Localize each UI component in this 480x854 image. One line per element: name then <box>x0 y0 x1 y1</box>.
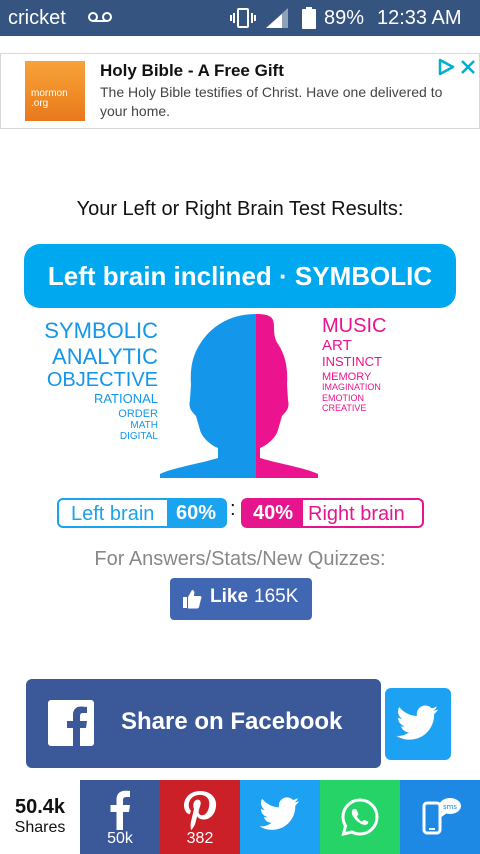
result-banner: Left brain inclined · SYMBOLIC <box>24 244 456 308</box>
ad-logo-text: mormon .org <box>31 88 68 109</box>
head-silhouette-icon <box>160 314 318 478</box>
share-bar-facebook-button[interactable]: 50k <box>80 780 160 854</box>
ad-title[interactable]: Holy Bible - A Free Gift <box>100 61 284 81</box>
ad-body: The Holy Bible testifies of Christ. Have… <box>100 84 443 119</box>
left-word: ORDER <box>118 408 158 420</box>
right-word: INSTINCT <box>322 354 382 369</box>
total-shares-label: Shares <box>14 819 66 836</box>
carrier-name: cricket <box>8 7 66 29</box>
facebook-share-count: 50k <box>107 830 133 847</box>
status-bar: cricket 89% 12:33 AM <box>0 0 480 36</box>
battery-icon <box>302 7 316 34</box>
share-bar-whatsapp-button[interactable] <box>320 780 400 854</box>
share-bar-sms-button[interactable]: sms <box>400 780 480 854</box>
left-word: SYMBOLIC <box>44 318 158 343</box>
whatsapp-icon <box>341 798 379 837</box>
twitter-icon <box>260 797 300 830</box>
left-brain-percent: Left brain 60% <box>57 498 227 528</box>
clock: 12:33 AM <box>377 7 462 29</box>
twitter-icon <box>396 703 439 748</box>
facebook-icon <box>48 700 94 751</box>
battery-percent: 89% <box>324 7 365 29</box>
ad-choices-icon[interactable] <box>437 58 455 81</box>
share-on-facebook-button[interactable]: Share on Facebook <box>26 679 381 768</box>
ad-logo[interactable]: mormon .org <box>25 61 85 121</box>
right-brain-value: 40% <box>243 500 303 526</box>
like-label: Like <box>210 586 249 607</box>
total-shares-count: 50.4k <box>14 796 66 818</box>
left-word: OBJECTIVE <box>46 369 158 391</box>
right-word: EMOTION <box>322 393 364 403</box>
right-word: IMAGINATION <box>322 382 381 392</box>
like-count: 165K <box>254 586 299 607</box>
share-on-twitter-button[interactable] <box>385 688 451 760</box>
ad-close-icon[interactable] <box>459 58 477 81</box>
right-brain-percent: 40% Right brain <box>241 498 424 528</box>
share-bar-pinterest-button[interactable]: 382 <box>160 780 240 854</box>
share-bar-twitter-button[interactable] <box>240 780 320 854</box>
pinterest-share-count: 382 <box>186 830 214 847</box>
facebook-icon <box>110 790 130 830</box>
right-word: CREATIVE <box>322 403 367 413</box>
voicemail-icon <box>88 11 112 30</box>
sms-icon: sms <box>422 798 461 835</box>
left-word: ANALYTIC <box>52 344 158 369</box>
svg-text:sms: sms <box>443 803 457 811</box>
thumbs-up-icon <box>182 589 202 614</box>
left-word: RATIONAL <box>93 391 158 406</box>
left-brain-value: 60% <box>167 500 225 526</box>
share-bar: 50.4k Shares 50k 382 sms <box>0 780 480 854</box>
left-word: MATH <box>130 420 158 431</box>
ad-banner[interactable]: mormon .org Holy Bible - A Free Gift The… <box>0 53 480 129</box>
signal-icon <box>266 8 290 33</box>
percent-separator: : <box>230 498 236 520</box>
pinterest-icon <box>184 791 217 830</box>
facebook-like-button[interactable]: Like 165K <box>170 578 312 620</box>
right-word: ART <box>322 337 352 354</box>
vibrate-icon <box>230 8 256 33</box>
answers-prompt: For Answers/Stats/New Quizzes: <box>94 548 386 570</box>
right-brain-label: Right brain <box>308 503 405 525</box>
left-brain-label: Left brain <box>71 503 155 525</box>
left-word: DIGITAL <box>119 431 158 442</box>
share-on-facebook-label: Share on Facebook <box>121 708 343 735</box>
right-word: MUSIC <box>322 315 387 337</box>
page-title: Your Left or Right Brain Test Results: <box>76 198 404 220</box>
